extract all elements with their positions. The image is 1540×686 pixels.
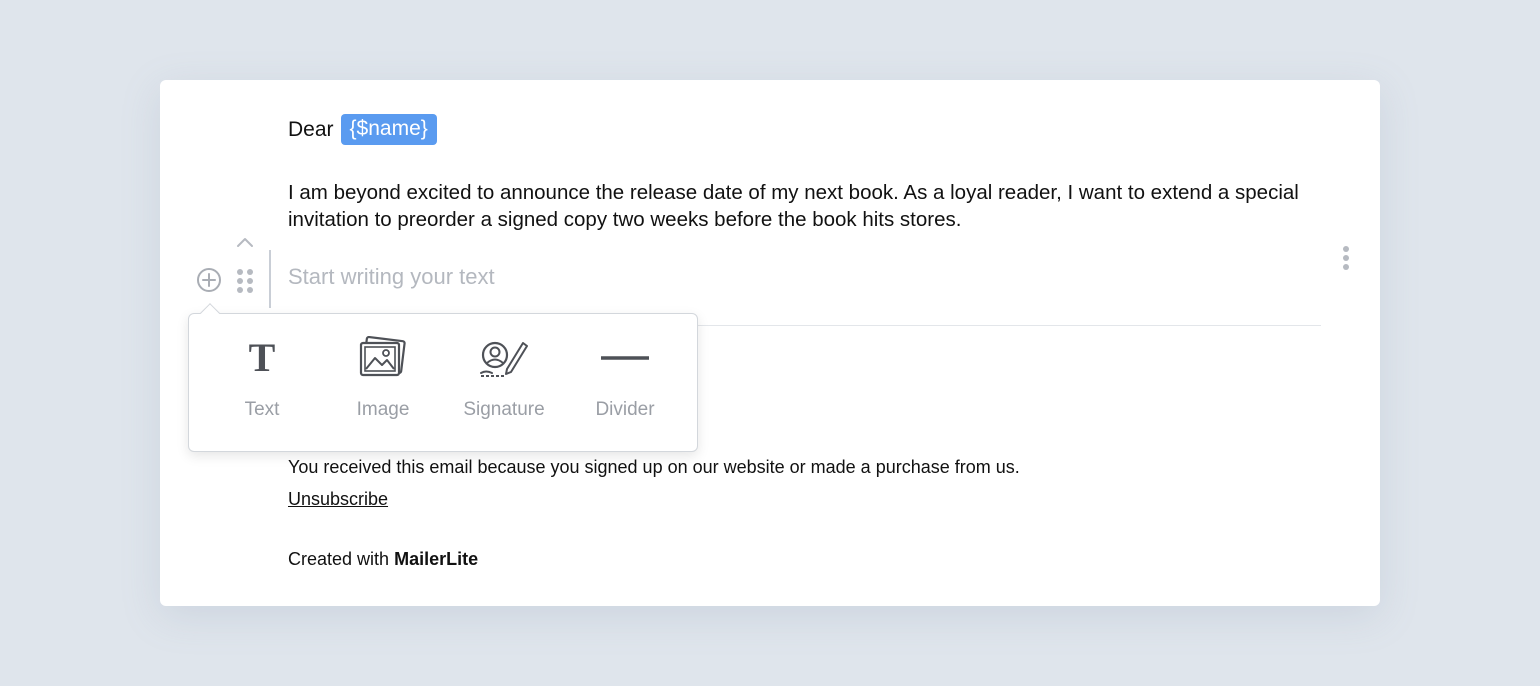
menu-item-signature[interactable]: Signature [449, 334, 559, 434]
email-body-paragraph[interactable]: I am beyond excited to announce the rele… [288, 179, 1328, 233]
footer-notice: You received this email because you sign… [288, 457, 1020, 477]
active-block-indicator [269, 250, 271, 308]
signature-icon [476, 334, 532, 382]
divider-icon [597, 334, 653, 382]
menu-item-label: Signature [463, 399, 545, 420]
brand-name: MailerLite [394, 549, 479, 569]
unsubscribe-link[interactable]: Unsubscribe [288, 489, 388, 510]
chevron-up-icon[interactable] [235, 235, 255, 249]
menu-item-label: Image [356, 399, 410, 420]
menu-item-image[interactable]: Image [328, 334, 438, 434]
text-icon: T [248, 335, 276, 380]
menu-item-divider[interactable]: Divider [570, 334, 680, 434]
menu-item-label: Text [244, 399, 280, 420]
email-editor-card: Dear {$name} I am beyond excited to anno… [160, 80, 1380, 606]
more-vertical-icon[interactable] [1342, 245, 1350, 271]
menu-item-text[interactable]: T Text [207, 334, 317, 434]
image-icon [355, 334, 411, 382]
created-with-line: Created with MailerLite [288, 549, 478, 570]
add-block-icon[interactable] [196, 267, 222, 293]
add-block-menu: T Text Image Signature Divider [188, 303, 698, 452]
text-block-input[interactable] [288, 260, 1188, 294]
greeting-line: Dear {$name} [288, 114, 437, 145]
drag-handle-icon[interactable] [236, 268, 254, 294]
created-with-text: Created with [288, 549, 390, 569]
menu-item-label: Divider [595, 399, 655, 420]
greeting-text: Dear [288, 117, 334, 141]
name-merge-tag[interactable]: {$name} [340, 114, 437, 145]
menu-pointer [200, 303, 220, 323]
